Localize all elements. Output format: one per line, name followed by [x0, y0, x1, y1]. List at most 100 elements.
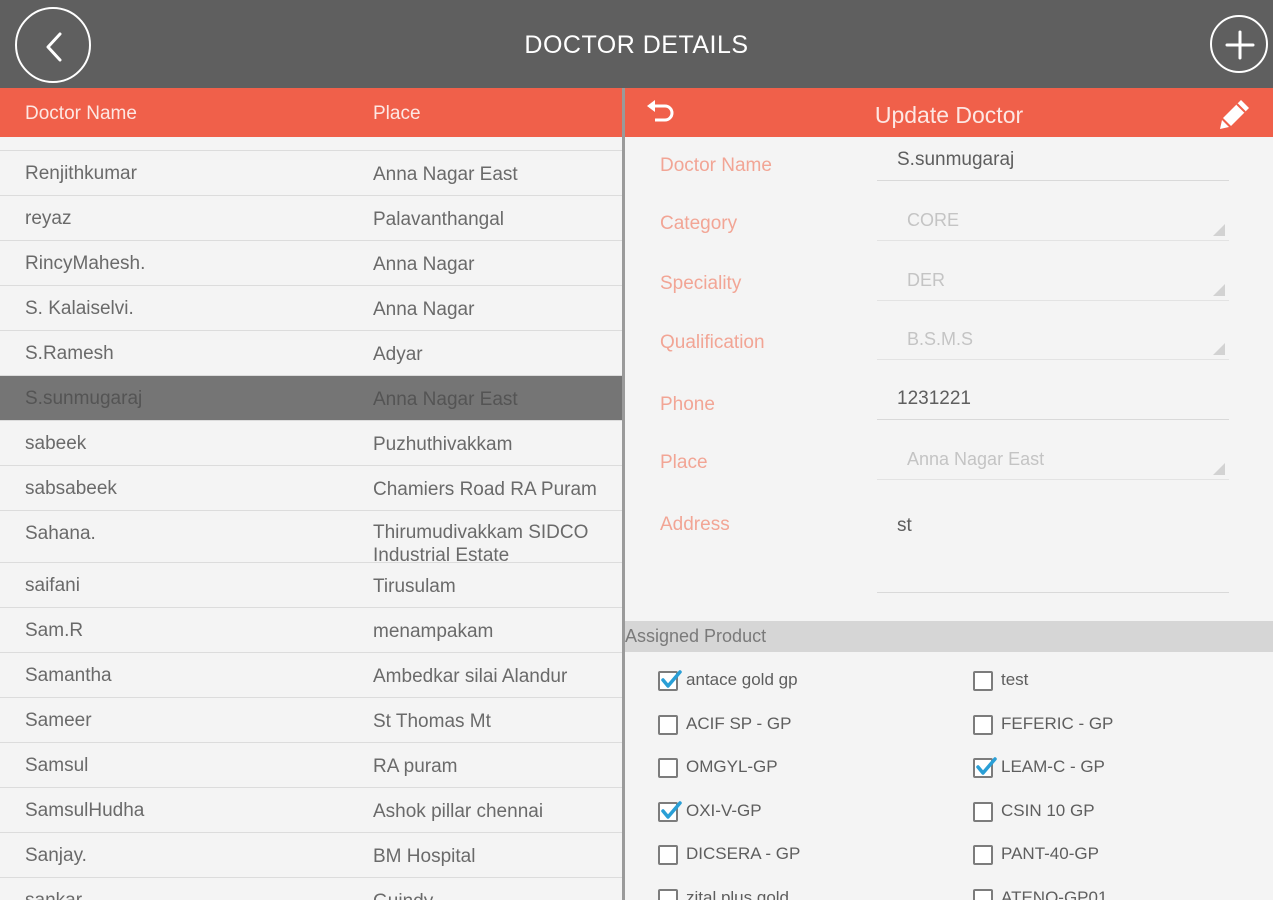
assigned-product-header: Assigned Product — [625, 621, 1273, 652]
doctor-name-cell: S. Kalaiselvi. — [25, 298, 134, 319]
doctor-name-cell: Sanjay. — [25, 845, 87, 866]
doctor-row[interactable]: S.sunmugaraj Anna Nagar East — [0, 376, 622, 421]
doctor-name-label: Doctor Name — [660, 155, 772, 176]
checkbox-unchecked[interactable] — [658, 758, 678, 778]
list-header: Doctor Name Place — [0, 88, 622, 137]
checkbox-unchecked[interactable] — [973, 714, 993, 735]
column-header-place: Place — [373, 103, 421, 124]
doctor-row[interactable]: Samantha Ambedkar silai Alandur — [0, 653, 622, 698]
checkmark-icon — [661, 800, 682, 819]
checkbox-unchecked[interactable] — [658, 845, 678, 865]
checkmark-icon — [976, 757, 997, 775]
add-doctor-button[interactable] — [1210, 15, 1268, 73]
checkbox-checked[interactable] — [658, 670, 682, 691]
product-label: antace gold gp — [686, 670, 798, 689]
address-input[interactable]: st — [877, 515, 1229, 593]
doctor-row[interactable]: saifani Tirusulam — [0, 563, 622, 608]
checkbox-unchecked[interactable] — [973, 888, 993, 900]
place-cell: Adyar — [373, 344, 423, 365]
speciality-label: Speciality — [660, 273, 742, 294]
place-cell: Ashok pillar chennai — [373, 801, 544, 822]
doctor-name-cell: Sam.R — [25, 620, 84, 641]
doctor-name-cell: Samsul — [25, 755, 89, 776]
product-label: OXI-V-GP — [686, 800, 762, 820]
product-label: ACIF SP - GP — [686, 713, 792, 733]
checkbox-unchecked[interactable] — [973, 671, 993, 691]
update-doctor-pane: Update Doctor Doctor Name S.sunmugaraj C… — [625, 88, 1273, 900]
speciality-select[interactable]: DER — [877, 267, 1229, 301]
doctor-row[interactable]: Sanjay. BM Hospital — [0, 833, 622, 878]
doctor-row[interactable]: reyaz Palavanthangal — [0, 196, 622, 241]
qualification-label: Qualification — [660, 332, 765, 353]
place-value: Anna Nagar East — [907, 449, 1045, 469]
doctor-row[interactable]: Renjithkumar Anna Nagar East — [0, 151, 622, 196]
place-cell: Tirusulam — [373, 576, 456, 597]
category-select[interactable]: CORE — [877, 207, 1229, 241]
place-label: Place — [660, 452, 708, 473]
dropdown-triangle-icon — [1213, 284, 1225, 296]
edit-button[interactable] — [1219, 98, 1251, 135]
product-label: ATENO-GP01 — [1001, 887, 1108, 900]
checkbox-unchecked[interactable] — [973, 801, 993, 822]
product-label: test — [1001, 670, 1029, 689]
checkbox-unchecked[interactable] — [658, 888, 678, 900]
doctor-row[interactable]: S. Kalaiselvi. Anna Nagar — [0, 286, 622, 331]
doctor-list[interactable]: Renjithkumar Anna Nagar East reyaz Palavant… — [0, 150, 622, 900]
doctor-row[interactable]: S.Ramesh Adyar — [0, 331, 622, 376]
dropdown-triangle-icon — [1213, 343, 1225, 355]
detail-header: Update Doctor — [625, 88, 1273, 137]
place-cell: Anna Nagar — [373, 299, 475, 320]
dropdown-triangle-icon — [1213, 224, 1225, 236]
place-cell: Anna Nagar — [373, 254, 475, 275]
doctor-row[interactable]: Sameer St Thomas Mt — [0, 698, 622, 743]
address-label: Address — [660, 514, 730, 535]
phone-input[interactable]: 1231221 — [877, 386, 1229, 420]
pencil-icon — [1220, 100, 1249, 129]
page-title: DOCTOR DETAILS — [524, 31, 749, 59]
doctor-row[interactable]: Sam.R menampakam — [0, 608, 622, 653]
doctor-name-cell: sabeek — [25, 433, 87, 454]
doctor-list-pane: Doctor Name Place Renjithkumar Anna Nagar… — [0, 88, 622, 900]
doctor-row[interactable]: sabsabeek Chamiers Road RA Puram — [0, 466, 622, 511]
doctor-name-cell: Samantha — [25, 665, 112, 686]
doctor-name-cell: Sameer — [25, 710, 92, 731]
doctor-row[interactable]: sankar Guindy — [0, 878, 622, 900]
doctor-name-cell: Renjithkumar — [25, 163, 137, 184]
checkbox-unchecked[interactable] — [973, 845, 993, 865]
place-cell: St Thomas Mt — [373, 711, 491, 732]
doctor-name-cell: Sahana. — [25, 523, 96, 544]
product-label: zital plus gold — [686, 887, 790, 900]
doctor-row[interactable]: sabeek Puzhuthivakkam — [0, 421, 622, 466]
category-value: CORE — [907, 210, 960, 230]
dropdown-triangle-icon — [1213, 463, 1225, 475]
doctor-row[interactable]: RincyMahesh. Anna Nagar — [0, 241, 622, 286]
doctor-name-cell: S.sunmugaraj — [25, 388, 143, 409]
detail-title: Update Doctor — [874, 102, 1024, 128]
doctor-name-cell: SamsulHudha — [25, 800, 145, 821]
checkmark-icon — [661, 670, 682, 688]
checkbox-checked[interactable] — [658, 800, 682, 822]
checkbox-unchecked[interactable] — [658, 714, 678, 735]
qualification-select[interactable]: B.S.M.S — [877, 326, 1229, 360]
place-cell: menampakam — [373, 621, 494, 642]
place-cell: Ambedkar silai Alandur — [373, 666, 568, 687]
doctor-row[interactable]: Samsul RA puram — [0, 743, 622, 788]
product-label: LEAM-C - GP — [1001, 757, 1105, 776]
product-label: DICSERA - GP — [686, 844, 801, 863]
place-cell: Anna Nagar East — [373, 389, 518, 410]
checkbox-checked[interactable] — [973, 757, 997, 778]
plus-icon — [1225, 30, 1255, 60]
place-select[interactable]: Anna Nagar East — [877, 446, 1229, 480]
doctor-name-input[interactable]: S.sunmugaraj — [877, 147, 1229, 181]
doctor-name-cell: saifani — [25, 575, 80, 596]
speciality-value: DER — [907, 270, 946, 290]
place-cell: Guindy — [373, 890, 613, 900]
place-cell: Puzhuthivakkam — [373, 434, 513, 455]
doctor-row[interactable]: SamsulHudha Ashok pillar chennai — [0, 788, 622, 833]
doctor-name-cell: sankar — [25, 890, 82, 900]
place-cell: Anna Nagar East — [373, 164, 518, 185]
product-label: CSIN 10 GP — [1001, 800, 1095, 820]
category-label: Category — [660, 213, 738, 234]
doctor-name-cell: RincyMahesh. — [25, 253, 146, 274]
doctor-row[interactable]: Sahana. Thirumudivakkam SIDCO Industrial … — [0, 511, 622, 563]
